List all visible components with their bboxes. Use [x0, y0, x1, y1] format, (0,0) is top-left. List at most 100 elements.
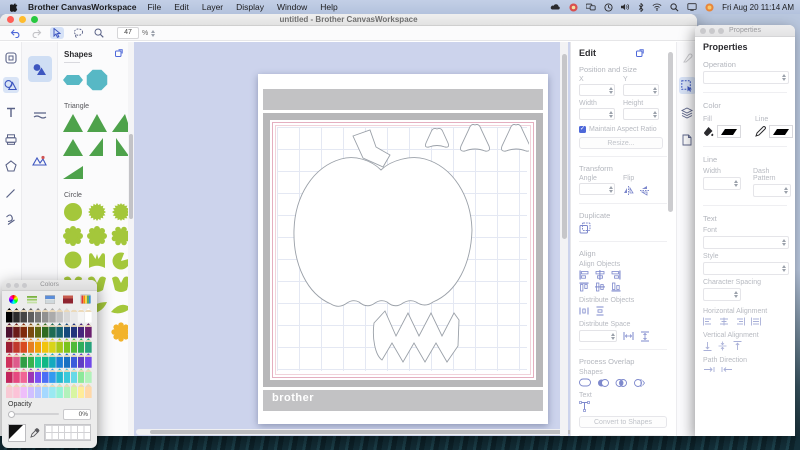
resize-button[interactable]: Resize... — [579, 137, 663, 149]
pencil-color[interactable] — [56, 383, 63, 398]
bluetooth-icon[interactable] — [638, 2, 644, 12]
pencil-color[interactable] — [13, 323, 20, 338]
menu-item[interactable]: Window — [277, 2, 307, 12]
pencil-color[interactable] — [63, 353, 71, 368]
pencil-color[interactable] — [27, 368, 35, 383]
char-spacing-input[interactable] — [703, 288, 741, 301]
pencil-color[interactable] — [41, 383, 49, 398]
minimize-traffic-button[interactable] — [19, 16, 26, 23]
pencil-color[interactable] — [34, 338, 42, 353]
pencil-color[interactable] — [41, 338, 49, 353]
shape-right-triangle-mirror[interactable] — [110, 136, 128, 158]
detach-panel-icon[interactable] — [115, 49, 123, 57]
pencil-color[interactable] — [85, 383, 92, 398]
convert-to-shapes-button[interactable]: Convert to Shapes — [579, 416, 667, 428]
flip-vertical-icon[interactable] — [640, 185, 649, 196]
zoom-traffic-button[interactable] — [718, 27, 724, 34]
pencil-color[interactable] — [6, 353, 13, 368]
redo-button[interactable] — [29, 27, 43, 39]
displays-icon[interactable] — [586, 3, 596, 11]
width-input[interactable] — [579, 108, 615, 120]
close-traffic-button[interactable] — [7, 16, 14, 23]
pencil-color[interactable] — [6, 368, 13, 383]
align-right-icon[interactable] — [611, 270, 621, 280]
flip-horizontal-icon[interactable] — [623, 186, 634, 195]
pencil-color[interactable] — [13, 338, 20, 353]
pencil-color[interactable] — [56, 323, 63, 338]
shape-right-triangle-wide[interactable] — [62, 160, 84, 182]
y-input[interactable] — [623, 84, 659, 96]
pencil-color[interactable] — [41, 308, 49, 323]
pencil-color[interactable] — [56, 353, 63, 368]
intersect-icon[interactable] — [615, 378, 627, 388]
zoom-level-input[interactable]: 47 — [117, 27, 139, 39]
pencil-color[interactable] — [70, 308, 78, 323]
text-align-center-icon[interactable] — [719, 317, 729, 326]
canvas-vscroll-thumb[interactable] — [561, 54, 567, 239]
pencil-color[interactable] — [20, 338, 27, 353]
canvas-area[interactable]: brother — [134, 42, 570, 436]
menu-item[interactable]: Edit — [174, 2, 189, 12]
opacity-slider[interactable] — [8, 410, 59, 418]
saved-swatches-grid[interactable] — [43, 424, 91, 442]
path-direction-rtl-icon[interactable] — [721, 366, 733, 373]
pencil-color[interactable] — [85, 323, 92, 338]
maintain-aspect-checkbox[interactable]: ✓ — [579, 126, 586, 133]
pencil-color[interactable] — [85, 308, 92, 323]
shape-triangle[interactable] — [62, 112, 84, 134]
pencil-color[interactable] — [56, 308, 63, 323]
shape-circle[interactable] — [62, 201, 84, 223]
shape-tulip[interactable] — [110, 273, 128, 295]
tab-layers[interactable] — [679, 104, 696, 121]
text-to-shape-icon[interactable] — [579, 401, 590, 412]
pencil-color[interactable] — [34, 368, 42, 383]
weld-icon[interactable] — [579, 378, 591, 388]
line-width-input[interactable] — [703, 177, 741, 190]
pencil-color[interactable] — [34, 353, 42, 368]
pencil-color[interactable] — [49, 368, 56, 383]
shape-v-notch[interactable] — [86, 249, 108, 271]
current-color-swatch[interactable] — [8, 423, 26, 442]
shape-flower[interactable] — [86, 225, 108, 247]
artboard-tool[interactable] — [3, 50, 19, 66]
pencil-color[interactable] — [49, 383, 56, 398]
text-align-bottom-icon[interactable] — [703, 341, 712, 351]
cloud-icon[interactable] — [550, 3, 561, 11]
properties-titlebar[interactable]: Properties — [695, 25, 795, 37]
pencil-color[interactable] — [20, 308, 27, 323]
tab-artboard[interactable] — [679, 131, 696, 148]
shape-wavy-circle[interactable] — [62, 249, 84, 271]
path-direction-ltr-icon[interactable] — [703, 366, 715, 373]
font-select[interactable] — [703, 236, 789, 249]
align-center-h-icon[interactable] — [595, 270, 605, 280]
menu-item[interactable]: File — [148, 2, 162, 12]
minimize-traffic-button[interactable] — [709, 27, 715, 34]
pencil-color[interactable] — [6, 323, 13, 338]
pencil-color[interactable] — [77, 368, 85, 383]
pencils-icon[interactable] — [80, 294, 91, 304]
distribute-h-icon[interactable] — [579, 306, 589, 316]
text-align-top-icon[interactable] — [733, 341, 742, 351]
curve-tool[interactable] — [3, 212, 19, 228]
pencil-color[interactable] — [27, 383, 35, 398]
pencil-color[interactable] — [27, 308, 35, 323]
line-color-swatch[interactable] — [769, 125, 793, 138]
tab-machine[interactable] — [679, 50, 696, 67]
pencil-color[interactable] — [56, 338, 63, 353]
clock-icon[interactable] — [604, 2, 613, 12]
zoom-traffic-button[interactable] — [31, 16, 38, 23]
polygon-tool[interactable] — [3, 158, 19, 174]
shape-triangle-lean[interactable] — [110, 112, 128, 134]
height-input[interactable] — [623, 108, 659, 120]
x-input[interactable] — [579, 84, 615, 96]
shape-yellow-flower[interactable] — [110, 321, 128, 343]
shape-right-triangle[interactable] — [86, 136, 108, 158]
colors-titlebar[interactable]: Colors — [2, 280, 97, 291]
pencil-color[interactable] — [77, 308, 85, 323]
shape-triangle[interactable] — [86, 112, 108, 134]
volume-icon[interactable] — [621, 3, 630, 11]
text-align-right-icon[interactable] — [735, 317, 745, 326]
pencil-color[interactable] — [20, 368, 27, 383]
line-pencil-icon[interactable] — [755, 126, 766, 137]
pencil-color[interactable] — [27, 323, 35, 338]
